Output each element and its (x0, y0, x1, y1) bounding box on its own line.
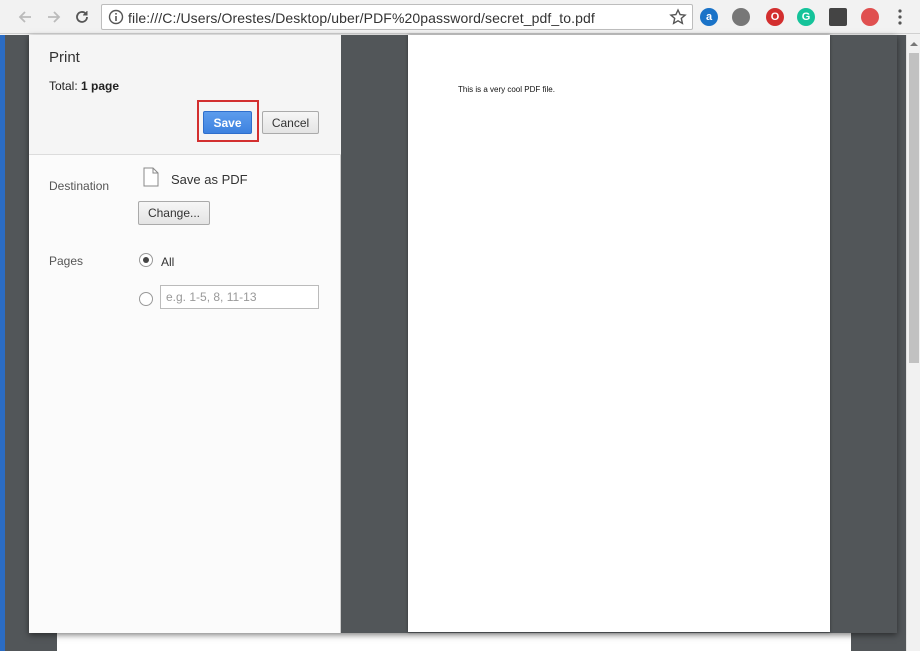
preview-page[interactable]: This is a very cool PDF file. (408, 35, 830, 632)
a-icon[interactable]: a (700, 8, 718, 26)
info-icon[interactable] (108, 9, 124, 25)
download-icon[interactable] (829, 8, 847, 26)
radio-selected-dot (143, 257, 149, 263)
pages-custom-input[interactable] (160, 285, 319, 309)
total-label: Total: (49, 79, 78, 93)
document-text: This is a very cool PDF file. (458, 85, 555, 94)
shield-extension-icon[interactable] (861, 8, 879, 26)
reload-button[interactable] (71, 6, 93, 28)
back-arrow-icon (18, 11, 31, 23)
print-preview-area: This is a very cool PDF file. (342, 35, 897, 633)
cancel-button[interactable]: Cancel (262, 111, 319, 134)
save-button[interactable]: Save (203, 111, 252, 134)
back-button[interactable] (14, 6, 36, 28)
menu-dots-icon[interactable] (893, 8, 907, 26)
destination-value: Save as PDF (171, 172, 248, 187)
forward-arrow-icon (48, 11, 61, 23)
document-icon (143, 167, 159, 187)
print-dialog: Print Total: 1 page Save Cancel Destinat… (29, 35, 897, 633)
bookmark-star-icon[interactable] (669, 8, 687, 26)
print-title: Print (49, 49, 80, 66)
gear-extension-icon[interactable] (732, 8, 750, 26)
scroll-up-icon[interactable] (909, 39, 919, 49)
pages-custom-radio[interactable] (139, 292, 153, 306)
pages-all-label[interactable]: All (161, 255, 174, 269)
underlying-page (57, 633, 851, 651)
reload-icon (76, 11, 88, 23)
left-window-edge (0, 35, 5, 651)
opera-icon[interactable]: O (766, 8, 784, 26)
scrollbar-thumb[interactable] (909, 53, 919, 363)
grammarly-icon[interactable]: G (797, 8, 815, 26)
destination-label: Destination (49, 179, 110, 193)
total-value: 1 page (81, 79, 120, 93)
change-destination-button[interactable]: Change... (138, 201, 210, 225)
url-text[interactable]: file:///C:/Users/Orestes/Desktop/uber/PD… (128, 10, 595, 26)
address-bar[interactable]: file:///C:/Users/Orestes/Desktop/uber/PD… (101, 4, 693, 30)
scrollbar[interactable] (906, 35, 920, 651)
print-sidebar: Print Total: 1 page Save Cancel Destinat… (29, 35, 341, 633)
total-pages: Total: 1 page (49, 79, 119, 93)
pages-label: Pages (49, 254, 84, 268)
print-header: Print Total: 1 page Save Cancel (29, 35, 341, 155)
pages-all-radio[interactable] (139, 253, 153, 267)
browser-toolbar: file:///C:/Users/Orestes/Desktop/uber/PD… (0, 0, 920, 34)
forward-button[interactable] (43, 6, 65, 28)
